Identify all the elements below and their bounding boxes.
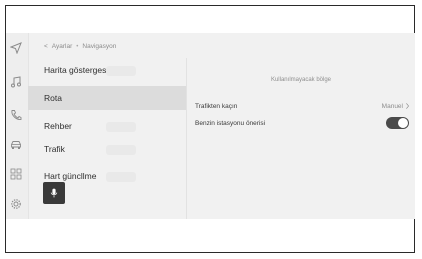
side-rail	[6, 33, 29, 219]
breadcrumb-parent[interactable]: Ayarlar	[52, 43, 72, 50]
ghost-text-smudge	[106, 145, 136, 155]
navigation-icon[interactable]	[9, 41, 23, 55]
traffic-avoid-value-wrap: Manuel	[382, 103, 409, 110]
menu-item-label: Rehber	[44, 121, 72, 131]
gas-station-toggle[interactable]	[386, 117, 409, 129]
menu-item-label: Rota	[44, 93, 62, 103]
menu-item-guide[interactable]: Rehber	[28, 114, 186, 138]
menu-item-map-display[interactable]: Harita göstergesi	[28, 58, 186, 82]
breadcrumb-current: Navigasyon	[82, 43, 117, 50]
traffic-avoid-value: Manuel	[381, 102, 403, 110]
music-icon[interactable]	[9, 75, 23, 89]
menu-item-label: Hart güncllme	[44, 171, 97, 181]
breadcrumb: < Ayarlar • Navigasyon	[44, 43, 116, 50]
back-button[interactable]: <	[44, 43, 48, 50]
route-settings-panel: Kullanılmayacak bölge Trafikten kaçın Ma…	[187, 58, 415, 219]
infotainment-screen: < Ayarlar • Navigasyon Harita göstergesi…	[6, 33, 415, 219]
gas-station-label: Benzin istasyonu önerisi	[195, 119, 266, 127]
settings-icon[interactable]	[9, 197, 23, 211]
breadcrumb-separator: •	[76, 43, 79, 50]
menu-item-traffic[interactable]: Trafik	[28, 137, 186, 161]
car-icon[interactable]	[9, 138, 23, 152]
menu-item-route[interactable]: Rota	[28, 86, 186, 110]
ghost-text-smudge	[106, 66, 136, 76]
toggle-knob	[398, 118, 408, 128]
microphone-icon	[50, 188, 58, 198]
ghost-text-smudge	[106, 122, 136, 132]
menu-item-label: Harita göstergesi	[44, 65, 109, 75]
chevron-right-icon	[406, 103, 409, 109]
gas-station-row[interactable]: Benzin istasyonu önerisi	[195, 116, 409, 130]
apps-icon[interactable]	[9, 167, 23, 181]
section-title[interactable]: Kullanılmayacak bölge	[187, 77, 415, 83]
traffic-avoid-row[interactable]: Trafikten kaçın Manuel	[195, 99, 409, 113]
ghost-text-smudge	[106, 172, 136, 182]
voice-button[interactable]	[43, 182, 65, 204]
settings-menu: Harita göstergesi Rota Rehber Trafik Har…	[28, 58, 186, 219]
menu-item-label: Trafik	[44, 144, 65, 154]
traffic-avoid-label: Trafikten kaçın	[195, 102, 238, 110]
phone-icon[interactable]	[9, 108, 23, 122]
